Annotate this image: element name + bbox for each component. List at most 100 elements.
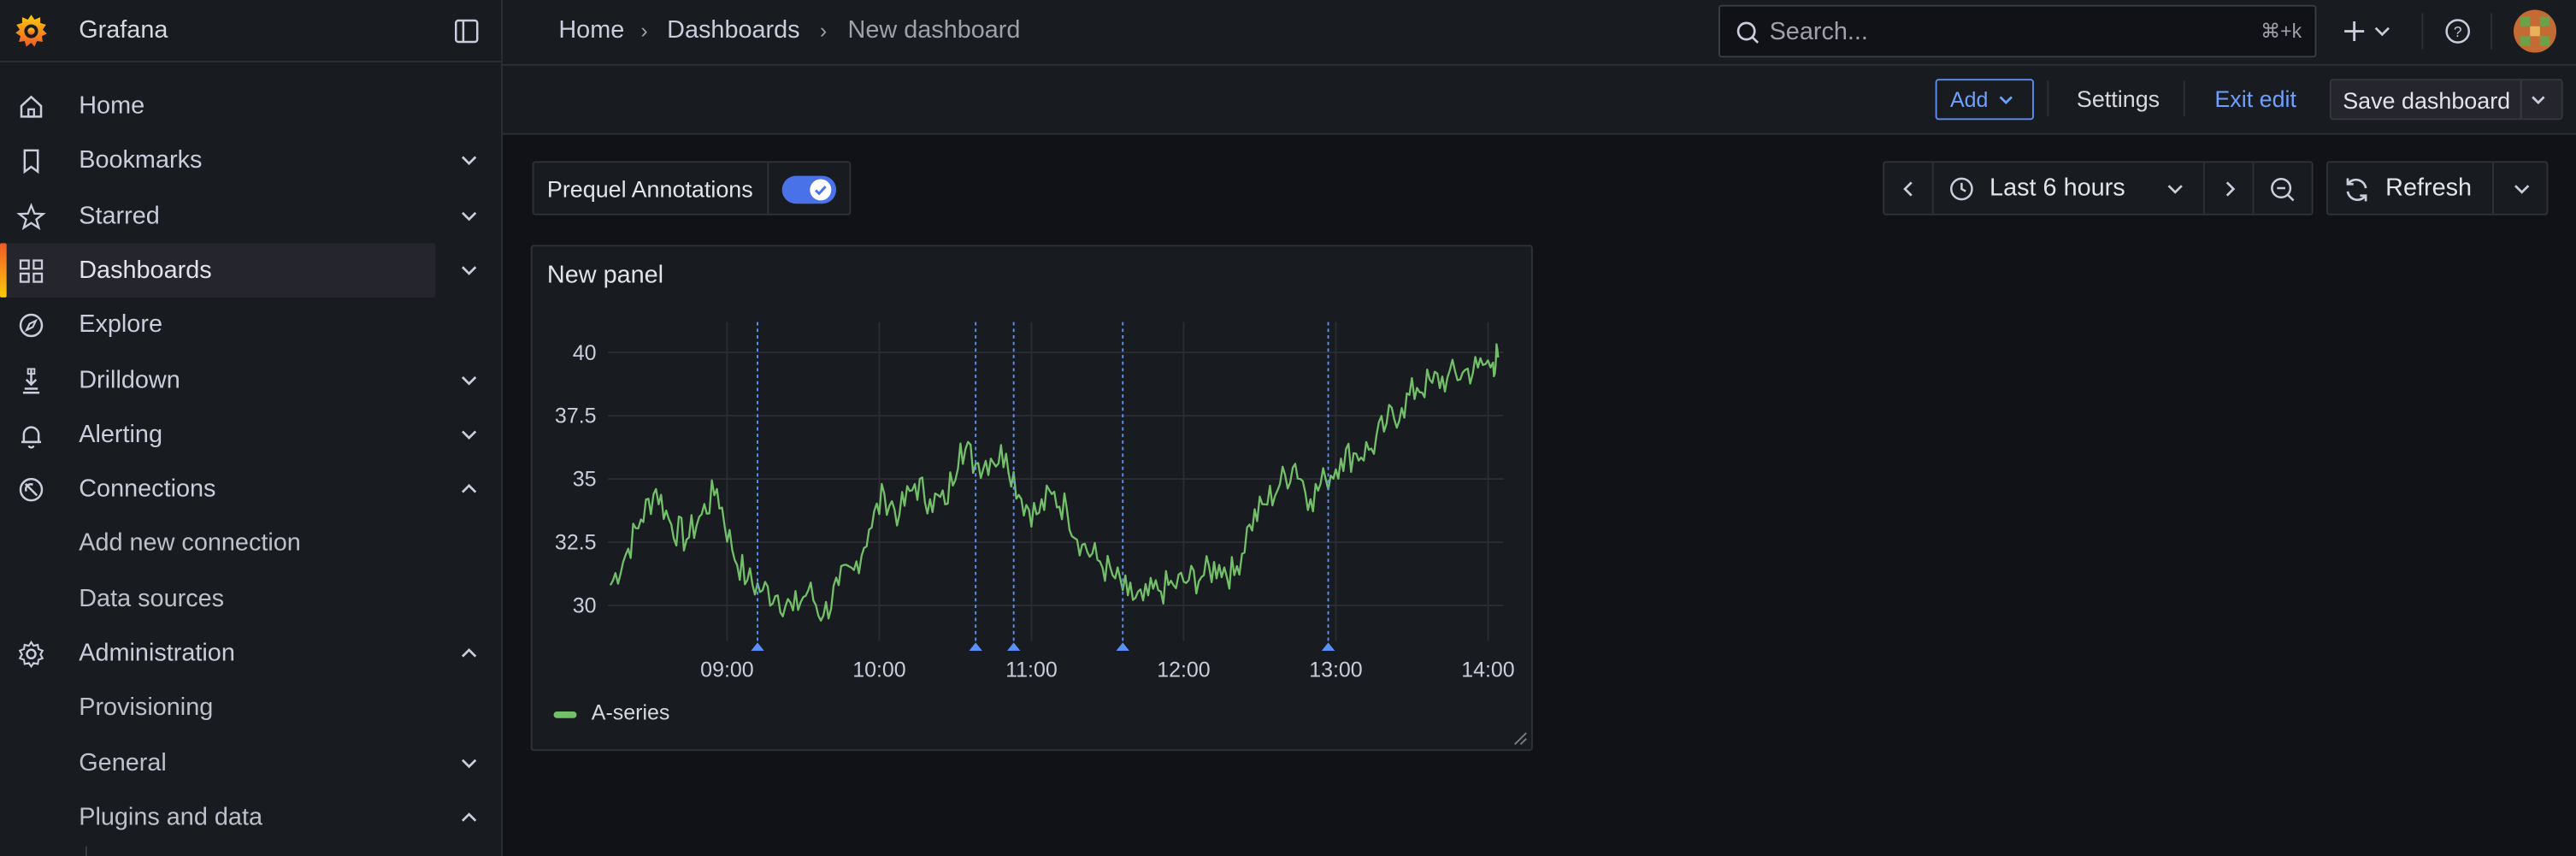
breadcrumb-separator-icon: ›	[819, 18, 828, 43]
divider	[2421, 13, 2424, 50]
x-tick-label: 11:00	[1005, 658, 1058, 682]
compass-icon	[19, 314, 44, 338]
breadcrumb-current: New dashboard	[847, 16, 1021, 44]
sidebar-item-label: Home	[79, 92, 145, 121]
sidebar-item-starred[interactable]: Starred	[0, 188, 503, 242]
sidebar-item-plugins-and-data[interactable]: Plugins and data	[0, 790, 503, 844]
grafana-logo-icon[interactable]	[11, 11, 50, 50]
add-button-label: Add	[1949, 86, 1989, 112]
chevron-down-icon[interactable]	[458, 423, 480, 445]
y-tick-label: 30	[573, 594, 597, 618]
panel-title[interactable]: New panel	[547, 262, 663, 290]
sidebar-item-label: Explore	[79, 310, 162, 339]
sidebar-item-provisioning[interactable]: Provisioning	[0, 681, 503, 735]
edit-toolbar: Add Settings Exit edit Save dashboard	[503, 65, 2576, 135]
help-icon[interactable]: ?	[2443, 16, 2473, 46]
home-icon	[20, 95, 43, 118]
sidebar-item-label: Drilldown	[79, 365, 180, 394]
refresh-button[interactable]: Refresh	[2325, 161, 2549, 215]
add-button[interactable]: Add	[1935, 79, 2034, 121]
breadcrumb-home[interactable]: Home	[558, 16, 624, 44]
x-tick-label: 12:00	[1157, 658, 1210, 682]
app-name: Grafana	[79, 16, 168, 44]
time-forward-button[interactable]	[2205, 162, 2255, 214]
sidebar-item-administration[interactable]: Administration	[0, 626, 503, 680]
chevron-down-icon[interactable]	[2512, 179, 2532, 198]
annotation-toggle-control: Prequel Annotations	[532, 161, 852, 215]
sidebar-item-label: Alerting	[79, 420, 162, 449]
top-bar: Home › Dashboards › New dashboard Search…	[503, 0, 2576, 66]
sidebar-item-explore[interactable]: Explore	[0, 298, 503, 351]
divider	[2047, 80, 2049, 117]
refresh-label: Refresh	[2385, 174, 2473, 203]
dashboard-panel[interactable]: New panel 30 32.5 35 37.5 40 09:00 10:00 11:00 1…	[530, 245, 1533, 752]
star-icon	[16, 202, 46, 230]
sidebar-item-alerting[interactable]: Alerting	[0, 407, 503, 461]
sidebar-item-drilldown[interactable]: Drilldown	[0, 352, 503, 406]
chevron-left-icon	[1903, 181, 1913, 197]
sidebar-item-label: Provisioning	[79, 694, 214, 723]
avatar-pattern-icon	[2514, 9, 2557, 53]
divider	[2183, 80, 2185, 117]
apps-icon	[19, 259, 44, 283]
sidebar-item-label: Connections	[79, 475, 216, 504]
annotation-toggle-switch[interactable]	[781, 175, 837, 204]
time-picker: Last 6 hours	[1883, 161, 2314, 215]
chevron-up-icon[interactable]	[458, 642, 480, 664]
series-line-a-series	[609, 343, 1500, 622]
sidebar-item-dashboards[interactable]: Dashboards	[0, 243, 477, 298]
sync-icon	[2346, 178, 2367, 202]
avatar[interactable]	[2514, 9, 2557, 53]
divider	[2492, 162, 2494, 214]
sidebar-item-label: Plugins and data	[79, 803, 263, 832]
sidebar-item-connections[interactable]: Connections	[0, 462, 503, 516]
sidebar-item-label: Add new connection	[79, 529, 301, 558]
divider	[767, 162, 769, 214]
sidebar-item-data-sources[interactable]: Data sources	[0, 571, 503, 625]
sidebar-item-label: Bookmarks	[79, 146, 203, 175]
y-tick-label: 37.5	[555, 404, 597, 428]
sidebar-item-add-new-connection[interactable]: Add new connection	[0, 517, 503, 570]
save-dashboard-button[interactable]: Save dashboard	[2329, 79, 2563, 121]
dock-menu-icon[interactable]	[453, 18, 480, 44]
sidebar-item-home[interactable]: Home	[0, 79, 503, 133]
chevron-down-icon[interactable]	[458, 204, 480, 226]
annotation-toggle-label: Prequel Annotations	[546, 175, 753, 203]
chevron-down-icon[interactable]	[2373, 21, 2392, 41]
brand-bar: Grafana	[0, 0, 504, 63]
check-icon	[815, 186, 827, 196]
chevron-down-icon[interactable]	[458, 150, 480, 171]
connections-icon	[19, 478, 44, 502]
bookmark-icon	[23, 150, 39, 174]
time-series-chart[interactable]: 30 32.5 35 37.5 40 09:00 10:00 11:00 12:00 13:00 1…	[533, 309, 1531, 690]
clock-icon	[1950, 177, 1973, 201]
breadcrumb-dashboards[interactable]: Dashboards	[667, 16, 799, 44]
plus-icon[interactable]	[2339, 16, 2369, 46]
toggle-knob	[810, 179, 832, 201]
x-tick-label: 14:00	[1461, 658, 1514, 682]
exit-edit-button[interactable]: Exit edit	[2214, 86, 2296, 112]
settings-button[interactable]: Settings	[2077, 86, 2160, 112]
annotation-marker	[1116, 642, 1129, 651]
tree-guide-line	[85, 846, 87, 856]
chevron-down-icon[interactable]	[458, 369, 480, 390]
resize-handle-icon[interactable]	[1512, 729, 1528, 746]
sidebar-item-general[interactable]: General	[0, 735, 503, 789]
chevron-right-icon	[2225, 181, 2236, 197]
sidebar-item-bookmarks[interactable]: Bookmarks	[0, 133, 503, 187]
chevron-down-icon[interactable]	[458, 752, 480, 773]
time-range-label: Last 6 hours	[1989, 174, 2125, 203]
search-input[interactable]: Search... ⌘+k	[1718, 4, 2317, 58]
time-back-button[interactable]	[1884, 162, 1934, 214]
chevron-up-icon[interactable]	[458, 478, 480, 499]
annotation-marker	[969, 642, 982, 651]
bell-icon	[21, 425, 42, 449]
search-placeholder: Search...	[1769, 18, 1868, 46]
chevron-down-icon[interactable]	[2530, 92, 2546, 109]
chevron-up-icon[interactable]	[458, 806, 480, 828]
chevron-down-icon[interactable]	[458, 259, 480, 280]
zoom-out-button[interactable]	[2254, 162, 2311, 214]
x-tick-label: 13:00	[1309, 658, 1362, 682]
annotation-marker	[751, 642, 764, 651]
x-tick-label: 09:00	[700, 658, 753, 682]
